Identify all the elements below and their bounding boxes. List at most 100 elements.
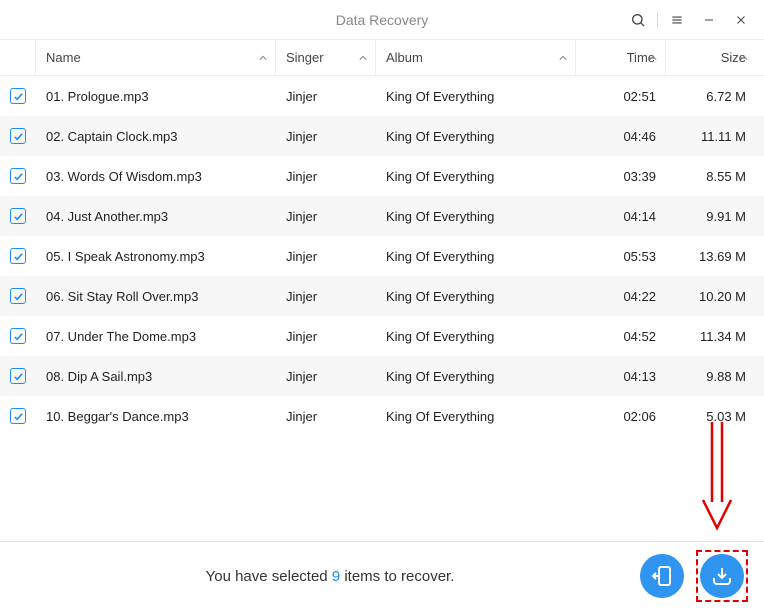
cell-name: 03. Words Of Wisdom.mp3 <box>36 169 276 184</box>
table-row[interactable]: 02. Captain Clock.mp3JinjerKing Of Every… <box>0 116 764 156</box>
sort-caret-icon <box>559 50 567 65</box>
file-size: 11.11 M <box>701 129 746 144</box>
cell-size: 9.91 M <box>666 209 756 224</box>
header-name[interactable]: Name <box>36 40 276 75</box>
search-button[interactable] <box>623 5 653 35</box>
recover-to-pc-button[interactable] <box>700 554 744 598</box>
cell-time: 03:39 <box>576 169 666 184</box>
file-album: King Of Everything <box>386 169 494 184</box>
footer-buttons <box>640 554 744 598</box>
recover-to-device-button[interactable] <box>640 554 684 598</box>
sort-caret-icon <box>259 50 267 65</box>
table-row[interactable]: 03. Words Of Wisdom.mp3 Jinjer King Of Eve… <box>0 156 764 196</box>
row-checkbox[interactable] <box>10 368 26 384</box>
table-header: Name Singer Album Time Size <box>0 40 764 76</box>
row-checkbox[interactable] <box>10 248 26 264</box>
file-time: 02:51 <box>623 89 656 104</box>
header-singer[interactable]: Singer <box>276 40 376 75</box>
row-checkbox[interactable] <box>10 408 26 424</box>
footer-suffix: items to recover. <box>340 568 454 585</box>
row-checkbox[interactable] <box>10 88 26 104</box>
file-album: King Of Everything <box>386 409 494 424</box>
row-checkbox[interactable] <box>10 288 26 304</box>
file-singer: Jinjer <box>286 369 317 384</box>
file-size: 5.03 M <box>706 409 746 424</box>
file-size: 11.34 M <box>700 329 746 344</box>
download-icon <box>710 564 734 588</box>
footer: You have selected 9 items to recover. <box>0 542 764 610</box>
file-album: King Of Everything <box>386 249 494 264</box>
header-time[interactable]: Time <box>576 40 666 75</box>
cell-time: 02:06 <box>576 409 666 424</box>
row-checkbox[interactable] <box>10 128 26 144</box>
file-singer: Jinjer <box>286 289 317 304</box>
file-size: 9.88 M <box>706 369 746 384</box>
file-size: 13.69 M <box>699 249 746 264</box>
file-name: 02. Captain Clock.mp3 <box>46 129 178 144</box>
file-name: 08. Dip A Sail.mp3 <box>46 369 152 384</box>
cell-name: 02. Captain Clock.mp3 <box>36 129 276 144</box>
cell-name: 06. Sit Stay Roll Over.mp3 <box>36 289 276 304</box>
row-checkbox[interactable] <box>10 328 26 344</box>
table-row[interactable]: 08. Dip A Sail.mp3 Jinjer King Of Everythi… <box>0 356 764 396</box>
file-name: 04. Just Another.mp3 <box>46 209 168 224</box>
cell-singer: Jinjer <box>276 289 376 304</box>
header-name-label: Name <box>46 50 81 65</box>
header-album[interactable]: Album <box>376 40 576 75</box>
file-album: King Of Everything <box>386 89 494 104</box>
cell-singer: Jinjer <box>276 249 376 264</box>
header-size[interactable]: Size <box>666 40 756 75</box>
header-check[interactable] <box>0 40 36 75</box>
file-time: 02:06 <box>623 409 656 424</box>
cell-singer: Jinjer <box>276 89 376 104</box>
header-album-label: Album <box>386 50 423 65</box>
sort-caret-icon <box>649 50 657 65</box>
file-size: 10.20 M <box>699 289 746 304</box>
cell-time: 04:13 <box>576 369 666 384</box>
table-row[interactable]: 07. Under The Dome.mp3 Jinjer King Of Ever… <box>0 316 764 356</box>
cell-time: 04:52 <box>576 329 666 344</box>
file-name: 06. Sit Stay Roll Over.mp3 <box>46 289 198 304</box>
cell-name: 01. Prologue.mp3 <box>36 89 276 104</box>
file-size: 8.55 M <box>706 169 746 184</box>
cell-check <box>0 368 36 384</box>
search-icon <box>630 12 646 28</box>
file-time: 04:13 <box>623 369 656 384</box>
cell-album: King Of Everything <box>376 129 576 144</box>
close-button[interactable] <box>726 5 756 35</box>
table-row[interactable]: 04. Just Another.mp3 Jinjer King Of Everyt… <box>0 196 764 236</box>
file-album: King Of Everything <box>386 329 494 344</box>
cell-size: 13.69 M <box>666 249 756 264</box>
table-row[interactable]: 06. Sit Stay Roll Over.mp3 Jinjer King Of … <box>0 276 764 316</box>
cell-check <box>0 248 36 264</box>
file-name: 05. I Speak Astronomy.mp3 <box>46 249 205 264</box>
minimize-button[interactable] <box>694 5 724 35</box>
minimize-icon <box>703 14 715 26</box>
menu-button[interactable] <box>662 5 692 35</box>
file-name: 03. Words Of Wisdom.mp3 <box>46 169 202 184</box>
cell-check <box>0 208 36 224</box>
file-album: King Of Everything <box>386 209 494 224</box>
file-name: 07. Under The Dome.mp3 <box>46 329 196 344</box>
cell-name: 08. Dip A Sail.mp3 <box>36 369 276 384</box>
cell-name: 05. I Speak Astronomy.mp3 <box>36 249 276 264</box>
menu-icon <box>670 13 684 27</box>
titlebar: Data Recovery <box>0 0 764 40</box>
table-row[interactable]: 01. Prologue.mp3Jinjer King Of Everything… <box>0 76 764 116</box>
cell-album: King Of Everything <box>376 209 576 224</box>
file-album: King Of Everything <box>386 289 494 304</box>
cell-time: 04:14 <box>576 209 666 224</box>
file-singer: Jinjer <box>286 209 317 224</box>
table-row[interactable]: 05. I Speak Astronomy.mp3 Jinjer King Of E… <box>0 236 764 276</box>
cell-size: 11.34 M <box>666 329 756 344</box>
row-checkbox[interactable] <box>10 208 26 224</box>
table-row[interactable]: 10. Beggar's Dance.mp3JinjerKing Of Ever… <box>0 396 764 436</box>
cell-singer: Jinjer <box>276 329 376 344</box>
file-time: 05:53 <box>623 249 656 264</box>
row-checkbox[interactable] <box>10 168 26 184</box>
cell-album: King Of Everything <box>376 169 576 184</box>
file-singer: Jinjer <box>286 249 317 264</box>
file-album: King Of Everything <box>386 369 494 384</box>
cell-singer: Jinjer <box>276 169 376 184</box>
cell-album: King Of Everything <box>376 289 576 304</box>
